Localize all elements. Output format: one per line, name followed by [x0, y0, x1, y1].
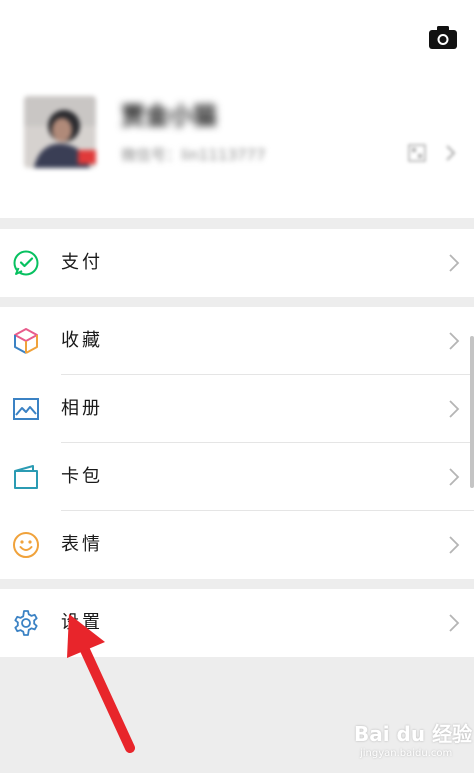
card-wallet-icon	[14, 465, 38, 489]
chevron-right-icon	[449, 254, 460, 272]
services-group: 收藏 相册 卡包 表情	[0, 307, 474, 579]
settings-gear-icon	[14, 610, 38, 636]
menu-item-label: 表情	[61, 534, 103, 555]
chevron-right-icon	[449, 400, 460, 418]
menu-item-stickers[interactable]: 表情	[0, 511, 474, 579]
menu-item-label: 支付	[61, 252, 103, 273]
wechat-pay-icon	[13, 250, 39, 276]
menu-item-favorites[interactable]: 收藏	[0, 307, 474, 375]
wechat-id: 微信号：lin1113777	[121, 146, 266, 164]
profile-name: 贾金小猫	[121, 102, 217, 130]
profile-header[interactable]: 贾金小猫 微信号：lin1113777	[0, 0, 474, 218]
qr-code-icon[interactable]	[408, 144, 426, 162]
chevron-right-icon	[449, 614, 460, 632]
camera-icon[interactable]	[428, 24, 458, 50]
sticker-smile-icon	[13, 532, 39, 558]
menu-item-album[interactable]: 相册	[0, 375, 474, 443]
baidu-watermark: Bai du 经验	[354, 722, 473, 746]
menu-item-label: 收藏	[61, 330, 103, 351]
menu-item-label: 相册	[61, 398, 103, 419]
pay-group: 支付	[0, 229, 474, 297]
menu-item-pay[interactable]: 支付	[0, 229, 474, 297]
favorites-cube-icon	[14, 328, 38, 354]
album-icon	[13, 398, 39, 420]
scrollbar-thumb[interactable]	[470, 336, 474, 488]
chevron-right-icon	[449, 536, 460, 554]
baidu-watermark-url: jingyan.baidu.com	[360, 748, 453, 759]
menu-item-label: 卡包	[61, 466, 103, 487]
chevron-right-icon	[446, 145, 456, 161]
chevron-right-icon	[449, 332, 460, 350]
red-arrow-annotation	[67, 614, 135, 753]
menu-item-cards[interactable]: 卡包	[0, 443, 474, 511]
avatar[interactable]	[24, 96, 96, 168]
chevron-right-icon	[449, 468, 460, 486]
